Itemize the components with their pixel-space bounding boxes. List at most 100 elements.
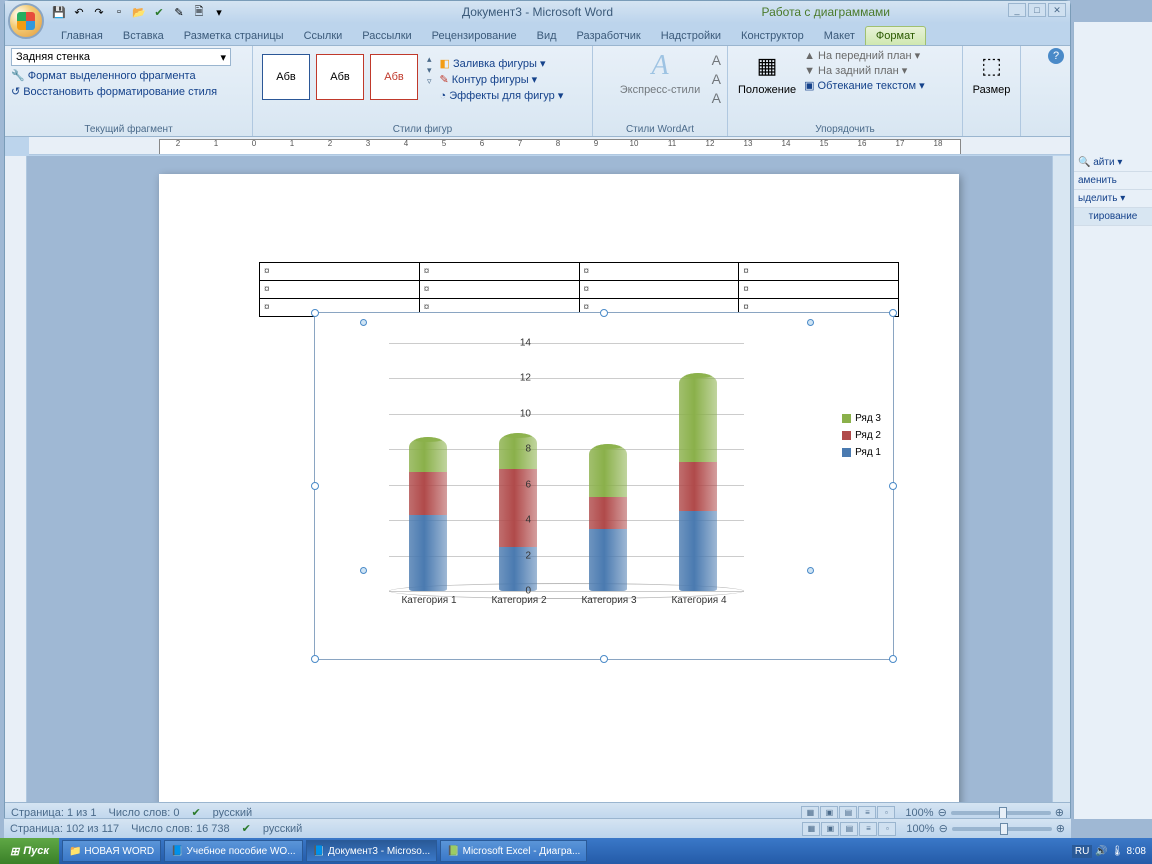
- draft-view[interactable]: ▫: [878, 822, 896, 836]
- shape-effects-button[interactable]: ◔Эффекты для фигур ▾: [440, 89, 564, 102]
- tray-icon[interactable]: 🔊: [1095, 846, 1107, 857]
- open-icon[interactable]: 📂: [131, 4, 147, 20]
- word-count-outer[interactable]: Число слов: 16 738: [131, 823, 229, 835]
- tab-разработчик[interactable]: Разработчик: [567, 27, 651, 45]
- empty-table[interactable]: ¤¤¤¤¤¤¤¤¤¤¤¤: [259, 262, 899, 317]
- selection-handle[interactable]: [600, 655, 608, 663]
- chart-object[interactable]: Ряд 3Ряд 2Ряд 1 02468101214Категория 1Ка…: [314, 312, 894, 660]
- selection-handle[interactable]: [889, 482, 897, 490]
- reset-style-button[interactable]: ↺Восстановить форматирование стиля: [11, 85, 246, 98]
- text-wrap-button[interactable]: ▣Обтекание текстом ▾: [804, 78, 924, 93]
- tray-lang-icon[interactable]: RU: [1072, 845, 1092, 858]
- zoom-out-button[interactable]: ⊖: [939, 822, 948, 835]
- taskbar-item[interactable]: 📗Microsoft Excel - Диагра...: [440, 840, 587, 862]
- page-status-outer[interactable]: Страница: 102 из 117: [10, 823, 119, 835]
- undo-icon[interactable]: ↶: [71, 4, 87, 20]
- size-button[interactable]: ⬚ Размер: [969, 48, 1014, 98]
- selection-handle[interactable]: [889, 309, 897, 317]
- restore-button[interactable]: □: [1028, 3, 1046, 17]
- select-button[interactable]: ыделить ▾: [1074, 190, 1152, 208]
- qat-dropdown-icon[interactable]: ▾: [211, 4, 227, 20]
- gallery-down-icon[interactable]: ▾: [427, 65, 432, 76]
- language-status-outer[interactable]: русский: [263, 823, 302, 835]
- quick-print-icon[interactable]: ✎: [171, 4, 187, 20]
- system-tray[interactable]: RU 🔊 🌡 8:08: [1072, 845, 1152, 858]
- tab-вставка[interactable]: Вставка: [113, 27, 174, 45]
- selection-handle[interactable]: [600, 309, 608, 317]
- gallery-more-icon[interactable]: ▿: [427, 76, 432, 87]
- shape-outline-button[interactable]: ✎Контур фигуры ▾: [440, 73, 564, 86]
- tab-надстройки[interactable]: Надстройки: [651, 27, 731, 45]
- tab-рецензирование[interactable]: Рецензирование: [422, 27, 527, 45]
- close-button[interactable]: ✕: [1048, 3, 1066, 17]
- shape-style-2[interactable]: Абв: [316, 54, 364, 100]
- taskbar-item[interactable]: 📘Документ3 - Microso...: [306, 840, 438, 862]
- help-button[interactable]: ?: [1048, 48, 1064, 64]
- table-cell[interactable]: ¤: [419, 263, 579, 281]
- tab-главная[interactable]: Главная: [51, 27, 113, 45]
- vertical-scrollbar[interactable]: [1052, 156, 1070, 802]
- language-status[interactable]: русский: [213, 807, 252, 819]
- word-count[interactable]: Число слов: 0: [109, 807, 180, 819]
- gallery-up-icon[interactable]: ▴: [427, 54, 432, 65]
- chart-legend[interactable]: Ряд 3 Ряд 2 Ряд 1: [842, 413, 881, 464]
- format-selection-button[interactable]: 🔧Формат выделенного фрагмента: [11, 69, 246, 82]
- tab-разметка страницы[interactable]: Разметка страницы: [174, 27, 294, 45]
- tab-ссылки[interactable]: Ссылки: [294, 27, 353, 45]
- position-button[interactable]: ▦ Положение: [734, 48, 800, 134]
- table-cell[interactable]: ¤: [419, 281, 579, 299]
- shape-style-3[interactable]: Абв: [370, 54, 418, 100]
- wa-fill-icon[interactable]: A: [712, 52, 721, 68]
- legend-item[interactable]: Ряд 1: [842, 447, 881, 458]
- vertical-ruler[interactable]: [5, 156, 27, 802]
- redo-icon[interactable]: ↷: [91, 4, 107, 20]
- selection-handle[interactable]: [311, 655, 319, 663]
- zoom-in-button[interactable]: ⊕: [1056, 822, 1065, 835]
- plot-handle[interactable]: [360, 567, 367, 574]
- replace-button[interactable]: аменить: [1074, 172, 1152, 190]
- page[interactable]: ¤¤¤¤¤¤¤¤¤¤¤¤ Ряд 3Ряд 2Ряд 1 02468101214…: [159, 174, 959, 802]
- legend-item[interactable]: Ряд 2: [842, 430, 881, 441]
- bar-column[interactable]: [679, 373, 717, 591]
- print-layout-view[interactable]: ▦: [802, 822, 820, 836]
- shape-element-dropdown[interactable]: Задняя стенка▾: [11, 48, 231, 66]
- page-status[interactable]: Страница: 1 из 1: [11, 807, 97, 819]
- wa-effects-icon[interactable]: A: [712, 90, 721, 106]
- plot-handle[interactable]: [807, 567, 814, 574]
- plot-handle[interactable]: [360, 319, 367, 326]
- selection-handle[interactable]: [311, 309, 319, 317]
- clock[interactable]: 8:08: [1127, 846, 1146, 857]
- table-cell[interactable]: ¤: [579, 281, 739, 299]
- office-button[interactable]: [8, 3, 44, 39]
- wordart-styles-button[interactable]: A Экспресс-стили: [599, 48, 721, 98]
- wa-outline-icon[interactable]: A: [712, 71, 721, 87]
- tab-вид[interactable]: Вид: [527, 27, 567, 45]
- table-cell[interactable]: ¤: [260, 263, 420, 281]
- bar-column[interactable]: [499, 433, 537, 591]
- plot-handle[interactable]: [807, 319, 814, 326]
- table-cell[interactable]: ¤: [260, 281, 420, 299]
- table-cell[interactable]: ¤: [739, 263, 899, 281]
- legend-item[interactable]: Ряд 3: [842, 413, 881, 424]
- web-view[interactable]: ▤: [840, 822, 858, 836]
- shape-fill-button[interactable]: ◧Заливка фигуры ▾: [440, 57, 564, 70]
- new-icon[interactable]: ▫: [111, 4, 127, 20]
- tab-конструктор[interactable]: Конструктор: [731, 27, 814, 45]
- tab-макет[interactable]: Макет: [814, 27, 865, 45]
- chart-plot-area[interactable]: [389, 343, 744, 591]
- fullscreen-view[interactable]: ▣: [821, 822, 839, 836]
- send-back-button[interactable]: ▼На задний план ▾: [804, 63, 924, 78]
- table-cell[interactable]: ¤: [739, 281, 899, 299]
- find-button[interactable]: 🔍 айти ▾: [1074, 154, 1152, 172]
- print-preview-icon[interactable]: 🗎: [191, 4, 207, 20]
- selection-handle[interactable]: [311, 482, 319, 490]
- tab-формат[interactable]: Формат: [865, 26, 926, 45]
- zoom-slider[interactable]: [951, 811, 1051, 815]
- bar-column[interactable]: [409, 437, 447, 591]
- zoom-level-outer[interactable]: 100%: [906, 823, 934, 835]
- taskbar-item[interactable]: 📁НОВАЯ WORD: [62, 840, 161, 862]
- spellcheck-icon[interactable]: ✔: [242, 822, 251, 835]
- tray-icon[interactable]: 🌡: [1111, 846, 1124, 857]
- bring-front-button[interactable]: ▲На передний план ▾: [804, 48, 924, 63]
- zoom-level[interactable]: 100%: [905, 807, 933, 819]
